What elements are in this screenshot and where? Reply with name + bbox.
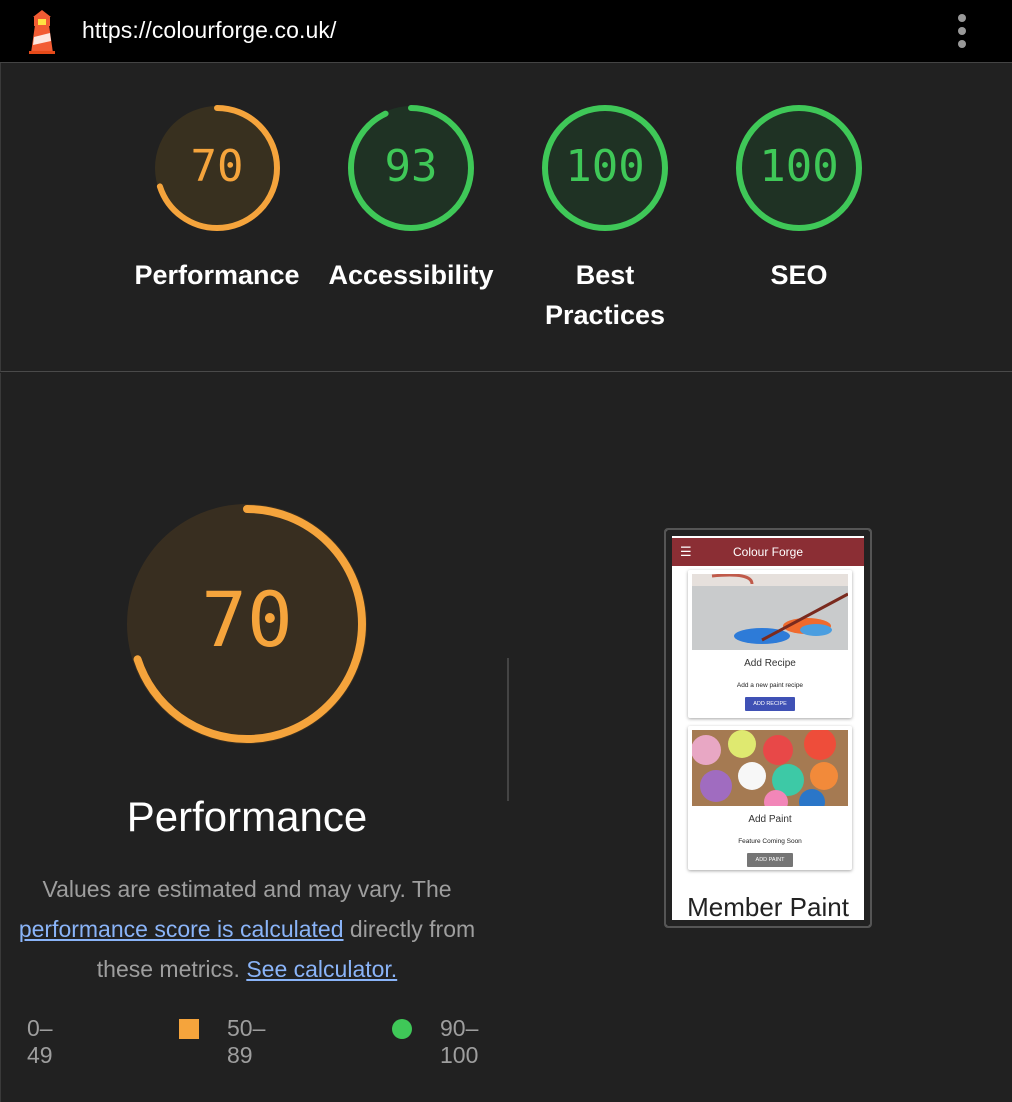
add-recipe-button: ADD RECIPE xyxy=(745,697,795,711)
category-gauges: 70 Performance 93 Accessibility 100 Best… xyxy=(0,63,1012,372)
add-paint-button: ADD PAINT xyxy=(747,853,793,867)
triangle-icon xyxy=(1,1018,23,1038)
card-subtitle: Feature Coming Soon xyxy=(738,838,802,845)
report-topbar: https://colourforge.co.uk/ xyxy=(0,0,1012,63)
gauge-score: 93 xyxy=(384,141,438,192)
gauge-label: Performance xyxy=(134,260,300,290)
gauge-label: Best Practices xyxy=(544,260,666,330)
report-url: https://colourforge.co.uk/ xyxy=(82,17,337,43)
more-vertical-icon[interactable] xyxy=(950,12,974,50)
gauge-label: Accessibility xyxy=(328,260,494,290)
score-calculated-link[interactable]: performance score is calculated xyxy=(19,916,344,942)
performance-score: 70 xyxy=(201,575,293,664)
gauge-score: 100 xyxy=(759,141,839,192)
card-title: Add Paint xyxy=(748,814,792,825)
card-add-paint: Add Paint Feature Coming Soon ADD PAINT xyxy=(688,726,852,870)
final-screenshot[interactable]: ☰ Colour Forge Add Recipe Add a new pain… xyxy=(664,528,872,928)
app-title: Colour Forge xyxy=(732,545,804,559)
card-title: Add Recipe xyxy=(744,658,796,669)
paint-brush-image xyxy=(692,574,848,650)
square-icon xyxy=(179,1019,199,1039)
see-calculator-link[interactable]: See calculator. xyxy=(246,956,397,982)
performance-description: Values are estimated and may vary. The p… xyxy=(1,869,493,989)
performance-section: 70 Performance Values are estimated and … xyxy=(0,373,1012,1102)
divider xyxy=(507,658,509,801)
circle-icon xyxy=(392,1019,412,1039)
card-add-recipe: Add Recipe Add a new paint recipe ADD RE… xyxy=(688,570,852,718)
member-paint-heading: Member Paint xyxy=(687,892,849,922)
legend-range: 50–89 xyxy=(227,1015,266,1068)
paint-pots-image xyxy=(692,730,848,806)
legend-range: 90–100 xyxy=(440,1015,479,1068)
gauge-score: 100 xyxy=(565,141,645,192)
lighthouse-icon xyxy=(29,10,55,54)
desc-text: Values are estimated and may vary. The xyxy=(42,876,452,902)
performance-title: Performance xyxy=(126,793,368,840)
gauge-label: SEO xyxy=(770,260,828,290)
legend-range: 0–49 xyxy=(27,1015,53,1068)
card-subtitle: Add a new paint recipe xyxy=(736,682,804,689)
app-header: ☰ Colour Forge xyxy=(672,538,864,566)
gauge-score: 70 xyxy=(190,141,244,192)
